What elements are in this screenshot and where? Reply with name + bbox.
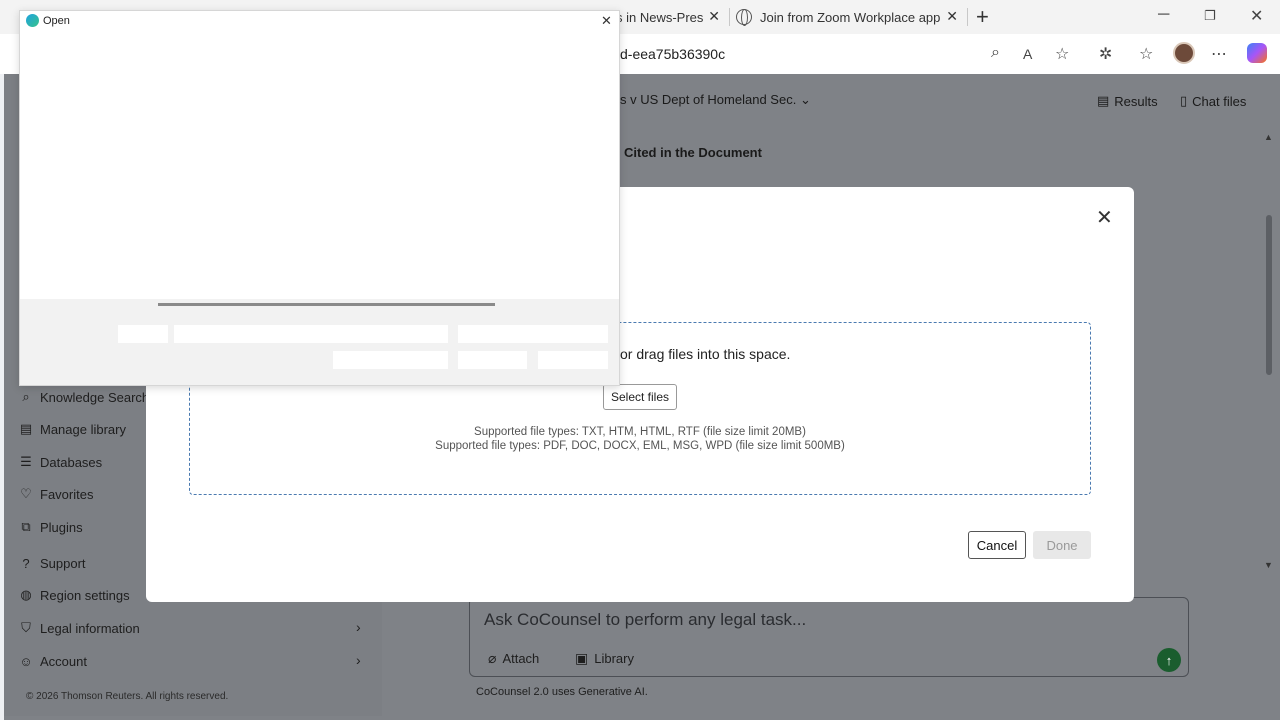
read-aloud-icon[interactable]: A bbox=[1023, 46, 1032, 62]
sidebar-item-label: Manage library bbox=[40, 421, 126, 437]
extensions-icon[interactable]: ✲ bbox=[1099, 44, 1112, 64]
arrow-up-icon: ↑ bbox=[1165, 652, 1173, 668]
scroll-up-icon[interactable]: ▲ bbox=[1264, 132, 1273, 142]
open-button[interactable] bbox=[458, 351, 527, 369]
sidebar-item-label: Support bbox=[40, 555, 86, 571]
cancel-button[interactable]: Cancel bbox=[968, 531, 1026, 559]
open-file-dialog: Open ✕ bbox=[19, 10, 620, 386]
chat-files-button[interactable]: ▯ Chat files bbox=[1180, 93, 1246, 109]
tab-news-press[interactable]: s in News-Pres ✕ bbox=[616, 3, 726, 31]
more-icon[interactable]: ⋯ bbox=[1211, 44, 1227, 64]
library-button[interactable]: ▣ Library bbox=[575, 650, 634, 667]
section-heading: Cited in the Document bbox=[624, 145, 762, 160]
new-tab-icon[interactable]: + bbox=[976, 4, 989, 30]
paperclip-icon: ⌀ bbox=[488, 650, 497, 666]
edge-logo-icon bbox=[26, 14, 39, 27]
close-icon[interactable]: ✕ bbox=[601, 13, 612, 29]
sidebar-item-databases[interactable]: ☰ Databases bbox=[18, 454, 102, 470]
chat-input[interactable]: Ask CoCounsel to perform any legal task.… bbox=[484, 610, 806, 630]
loading-bar bbox=[158, 303, 495, 306]
minimize-icon[interactable]: ─ bbox=[1158, 6, 1169, 24]
filename-label-placeholder bbox=[118, 325, 168, 343]
dialog-cancel-button[interactable] bbox=[538, 351, 608, 369]
sidebar-item-region-settings[interactable]: ◍ Region settings bbox=[18, 587, 130, 603]
chat-input-box[interactable]: Ask CoCounsel to perform any legal task.… bbox=[469, 597, 1189, 677]
sidebar-item-plugins[interactable]: ⧉ Plugins bbox=[18, 519, 83, 535]
sidebar-item-legal-information[interactable]: ⛉ Legal information bbox=[18, 620, 140, 636]
close-icon[interactable]: ✕ bbox=[1096, 205, 1113, 230]
chat-files-label: Chat files bbox=[1192, 93, 1247, 109]
favorites-icon[interactable]: ☆ bbox=[1139, 44, 1153, 64]
globe-icon: ◍ bbox=[20, 587, 32, 602]
dialog-option-button[interactable] bbox=[333, 351, 448, 369]
supported-types-small: Supported file types: TXT, HTM, HTML, RT… bbox=[474, 426, 806, 438]
user-icon: ☺ bbox=[19, 653, 33, 669]
zoom-icon[interactable]: ⌕ bbox=[991, 44, 1000, 62]
sidebar-item-label: Knowledge Search bbox=[40, 389, 150, 405]
genai-disclaimer: CoCounsel 2.0 uses Generative AI. bbox=[476, 686, 648, 698]
file-icon: ▯ bbox=[1180, 93, 1188, 108]
tab-label: s in News-Pres bbox=[616, 9, 704, 25]
matter-title-text: s v US Dept of Homeland Sec. bbox=[620, 92, 797, 107]
library-icon: ▣ bbox=[575, 650, 589, 666]
help-icon: ? bbox=[22, 555, 30, 571]
sidebar-item-label: Region settings bbox=[40, 587, 130, 603]
filename-input[interactable] bbox=[174, 325, 448, 343]
results-button[interactable]: ▤ Results bbox=[1097, 93, 1158, 109]
scroll-down-icon[interactable]: ▼ bbox=[1264, 560, 1273, 570]
tab-divider bbox=[729, 8, 730, 26]
library-label: Library bbox=[594, 651, 634, 666]
database-icon: ☰ bbox=[20, 454, 32, 469]
copilot-icon[interactable] bbox=[1247, 43, 1267, 63]
dialog-titlebar: Open ✕ bbox=[20, 11, 619, 33]
sidebar-item-label: Plugins bbox=[40, 519, 83, 535]
url-input[interactable]: d-eea75b36390c bbox=[620, 46, 725, 62]
dialog-title: Open bbox=[43, 15, 70, 27]
file-type-select[interactable] bbox=[458, 325, 608, 343]
favorite-star-icon[interactable]: ☆ bbox=[1055, 44, 1069, 64]
close-window-icon[interactable]: ✕ bbox=[1250, 6, 1263, 26]
tab-divider bbox=[967, 8, 968, 26]
results-label: Results bbox=[1114, 93, 1158, 109]
chevron-right-icon[interactable]: › bbox=[356, 619, 361, 635]
sidebar-item-label: Databases bbox=[40, 454, 103, 470]
drag-instructions: or drag files into this space. bbox=[620, 346, 791, 362]
sidebar-item-label: Account bbox=[40, 653, 87, 669]
supported-types-large: Supported file types: PDF, DOC, DOCX, EM… bbox=[435, 440, 845, 452]
copyright: © 2026 Thomson Reuters. All rights reser… bbox=[26, 691, 229, 702]
attach-button[interactable]: ⌀ Attach bbox=[488, 650, 539, 667]
close-tab-icon[interactable]: ✕ bbox=[946, 8, 958, 25]
sidebar-item-label: Legal information bbox=[40, 620, 140, 636]
attach-label: Attach bbox=[502, 651, 540, 666]
matter-title[interactable]: s v US Dept of Homeland Sec. ⌄ bbox=[620, 92, 811, 108]
sidebar-item-account[interactable]: ☺ Account bbox=[18, 653, 87, 669]
sidebar-item-support[interactable]: ? Support bbox=[18, 555, 86, 571]
dialog-footer bbox=[20, 299, 619, 385]
search-icon: ⌕ bbox=[22, 389, 30, 404]
plugin-icon: ⧉ bbox=[21, 519, 31, 534]
globe-icon bbox=[736, 9, 752, 26]
chevron-right-icon[interactable]: › bbox=[356, 652, 361, 668]
sidebar-item-label: Favorites bbox=[40, 486, 94, 502]
send-button[interactable]: ↑ bbox=[1157, 648, 1181, 672]
restore-icon[interactable]: ❐ bbox=[1204, 8, 1216, 24]
shield-icon: ⛉ bbox=[21, 620, 31, 635]
scrollbar-thumb[interactable] bbox=[1266, 215, 1272, 375]
sidebar-item-knowledge-search[interactable]: ⌕ Knowledge Search bbox=[18, 389, 149, 405]
tab-zoom[interactable]: Join from Zoom Workplace app ✕ bbox=[736, 3, 964, 31]
done-button[interactable]: Done bbox=[1033, 531, 1091, 559]
close-tab-icon[interactable]: ✕ bbox=[708, 8, 720, 25]
results-icon: ▤ bbox=[1097, 93, 1110, 108]
sidebar-item-favorites[interactable]: ♡ Favorites bbox=[18, 486, 93, 502]
select-files-button[interactable]: Select files bbox=[603, 384, 677, 410]
tab-label: Join from Zoom Workplace app bbox=[760, 9, 941, 25]
heart-icon: ♡ bbox=[20, 486, 32, 501]
chevron-down-icon: ⌄ bbox=[799, 92, 811, 107]
avatar[interactable] bbox=[1173, 42, 1195, 64]
library-icon: ▤ bbox=[19, 421, 33, 436]
sidebar-item-manage-library[interactable]: ▤ Manage library bbox=[18, 421, 126, 437]
